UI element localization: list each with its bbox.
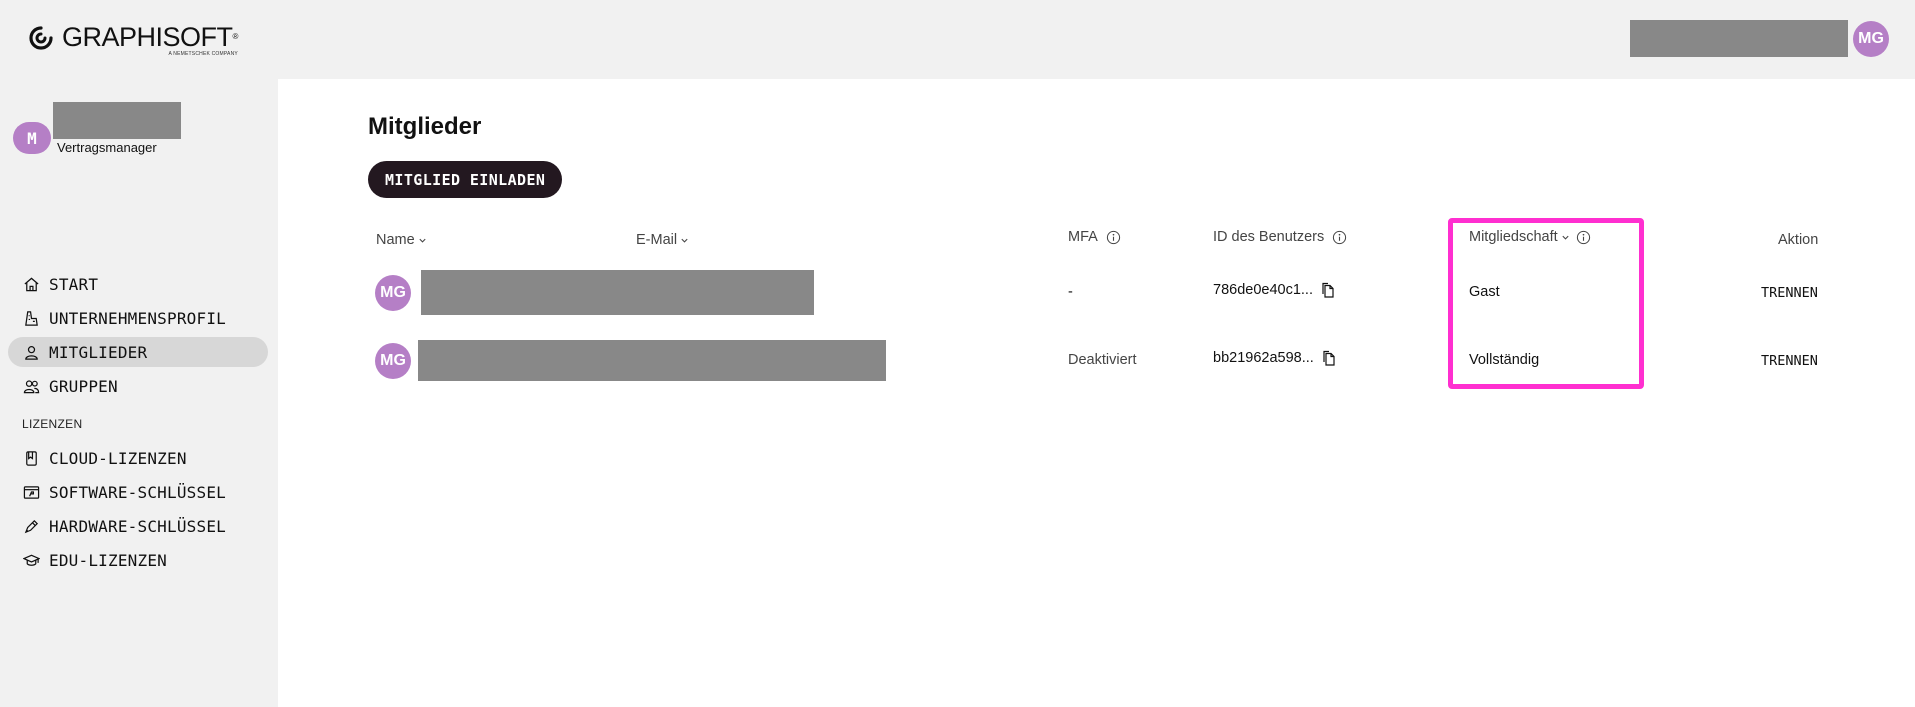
users-icon [22, 377, 40, 395]
column-header-email[interactable]: E-Mail [636, 232, 689, 248]
chevron-down-icon [681, 238, 688, 243]
top-header: GRAPHISOFT® A NEMETSCHEK COMPANY MG [0, 0, 1915, 79]
user-id-value: 786de0e40c1... [1213, 282, 1313, 298]
membership-value: Vollständig [1469, 352, 1540, 368]
copy-icon[interactable] [1318, 281, 1336, 299]
user-id-cell: bb21962a598... [1213, 349, 1337, 367]
sidebar-item-label: CLOUD-LIZENZEN [49, 448, 187, 468]
column-header-membership[interactable]: Mitgliedschaft [1469, 229, 1591, 245]
logo-trademark: ® [232, 32, 239, 41]
column-header-name[interactable]: Name [376, 232, 427, 248]
sidebar-item-label: START [49, 274, 99, 294]
sidebar-item-edu-licenses[interactable]: EDU-LIZENZEN [8, 545, 268, 575]
sidebar-item-groups[interactable]: GRUPPEN [8, 371, 268, 401]
sidebar-item-hardware-keys[interactable]: HARDWARE-SCHLÜSSEL [8, 511, 268, 541]
mfa-value: - [1068, 284, 1073, 300]
user-role: Vertragsmanager [57, 140, 157, 155]
logo-subtitle: A NEMETSCHEK COMPANY [168, 51, 238, 57]
page-title: Mitglieder [368, 113, 482, 140]
invite-member-button[interactable]: MITGLIED EINLADEN [368, 161, 563, 198]
sidebar-item-cloud-licenses[interactable]: CLOUD-LIZENZEN [8, 443, 268, 473]
sidebar-item-members[interactable]: MITGLIEDER [8, 337, 268, 367]
redacted-member-name-email [418, 340, 886, 381]
company-avatar: M [13, 122, 51, 154]
home-icon [22, 275, 40, 293]
header-user-avatar[interactable]: MG [1853, 21, 1889, 57]
graduation-cap-icon [22, 551, 40, 569]
copy-icon[interactable] [1319, 349, 1337, 367]
column-header-label: Mitgliedschaft [1469, 229, 1558, 245]
sidebar-item-label: MITGLIEDER [49, 342, 148, 362]
membership-value: Gast [1469, 284, 1500, 300]
graphisoft-logo[interactable]: GRAPHISOFT® A NEMETSCHEK COMPANY [28, 24, 238, 57]
sidebar-item-company-profile[interactable]: UNTERNEHMENSPROFIL [8, 303, 268, 333]
column-header-action: Aktion [1778, 232, 1818, 248]
sidebar-item-software-keys[interactable]: SOFTWARE-SCHLÜSSEL [8, 477, 268, 507]
column-header-user-id: ID des Benutzers [1213, 229, 1347, 245]
building-icon [22, 309, 40, 327]
user-id-cell: 786de0e40c1... [1213, 281, 1336, 299]
hardware-key-icon [22, 517, 40, 535]
user-icon [22, 343, 40, 361]
column-header-label: MFA [1068, 229, 1098, 245]
sidebar-item-label: UNTERNEHMENSPROFIL [49, 308, 226, 328]
software-key-icon [22, 483, 40, 501]
mfa-value: Deaktiviert [1068, 352, 1137, 368]
info-icon[interactable] [1576, 230, 1591, 245]
column-header-label: ID des Benutzers [1213, 229, 1325, 245]
redacted-company-name [53, 102, 181, 139]
info-icon[interactable] [1106, 230, 1121, 245]
redacted-user-name [1630, 20, 1848, 57]
sidebar: M Vertragsmanager START UNTERNEHMENSPROF… [0, 79, 278, 707]
sidebar-nav: START UNTERNEHMENSPROFIL MITGLIEDER GRUP… [8, 269, 268, 579]
column-header-label: Name [376, 232, 415, 248]
cloud-license-icon [22, 449, 40, 467]
sidebar-item-start[interactable]: START [8, 269, 268, 299]
chevron-down-icon [1562, 235, 1569, 240]
sidebar-item-label: SOFTWARE-SCHLÜSSEL [49, 482, 226, 502]
sidebar-item-label: EDU-LIZENZEN [49, 550, 167, 570]
member-avatar: MG [375, 275, 411, 311]
sidebar-item-label: HARDWARE-SCHLÜSSEL [49, 516, 226, 536]
redacted-member-name-email [421, 270, 814, 315]
member-avatar: MG [375, 343, 411, 379]
chevron-down-icon [419, 238, 426, 243]
info-icon[interactable] [1332, 230, 1347, 245]
disconnect-button[interactable]: TRENNEN [1761, 353, 1818, 369]
main-content: Mitglieder MITGLIED EINLADEN Name E-Mail… [278, 79, 1915, 707]
column-header-mfa: MFA [1068, 229, 1121, 245]
column-header-label: E-Mail [636, 232, 678, 248]
sidebar-section-licenses: LIZENZEN [22, 417, 83, 431]
disconnect-button[interactable]: TRENNEN [1761, 285, 1818, 301]
logo-mark-icon [29, 26, 53, 50]
logo-text: GRAPHISOFT [62, 22, 233, 52]
user-id-value: bb21962a598... [1213, 350, 1314, 366]
sidebar-item-label: GRUPPEN [49, 376, 118, 396]
column-header-label: Aktion [1778, 232, 1819, 248]
